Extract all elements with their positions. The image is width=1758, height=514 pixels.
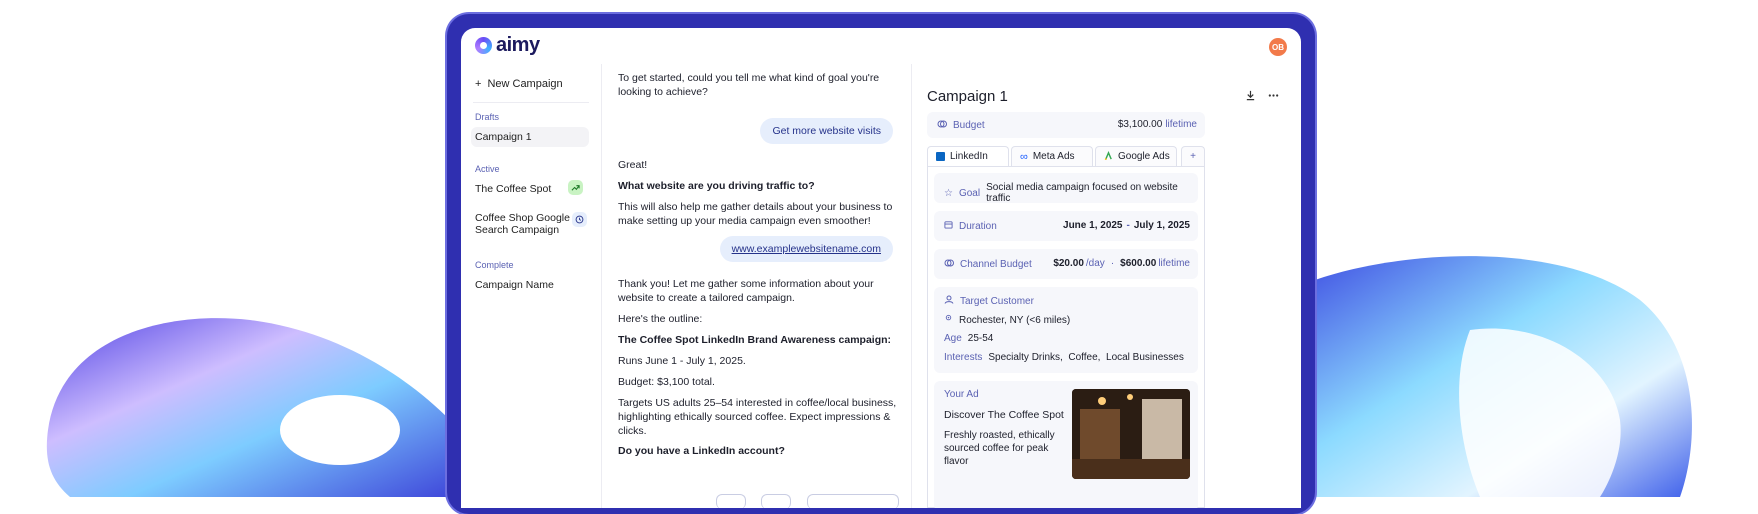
add-channel-tab[interactable]: + [1181,146,1205,166]
ad-body: Freshly roasted, ethically sourced coffe… [944,430,1055,467]
assistant-question: Do you have a LinkedIn account? [618,445,785,457]
sidebar-item-label: Coffee Shop Google Search Campaign [475,212,570,236]
option-button[interactable] [807,494,899,508]
coins-icon [944,258,954,271]
goal-label: Goal [958,187,981,199]
duration-end: July 1, 2025 [1133,220,1190,231]
outline-runs: Runs June 1 - July 1, 2025. [618,355,746,367]
assistant-question: What website are you driving traffic to? [618,180,815,192]
trending-up-icon [568,180,583,195]
sidebar-item-coffee-shop-google[interactable]: Coffee Shop Google Search Campaign [471,208,587,240]
divider [473,102,589,103]
ad-preview-card: Your Ad Discover The Coffee Spot Freshly… [934,381,1198,508]
calendar-icon [944,220,953,232]
ad-label: Your Ad [944,389,979,400]
sidebar-item-label: Campaign Name [475,279,554,291]
logo-text: aimy [496,34,540,56]
download-icon[interactable] [1245,90,1256,104]
duration-label: Duration [959,220,997,232]
channel-tabs: LinkedIn ∞ Meta Ads Google Ads + [927,146,1205,168]
linkedin-tab-content: ☆ Goal Social media campaign focused on … [927,166,1205,508]
option-button[interactable] [716,494,746,508]
panel-actions [1245,90,1279,104]
tab-linkedin[interactable]: LinkedIn [927,146,1009,166]
duration-card: Duration June 1, 2025 - July 1, 2025 [934,211,1198,241]
duration-sep: - [1126,220,1130,231]
budget-card: Budget $3,100.00 lifetime [927,112,1205,138]
assistant-message: This will also help me gather details ab… [618,201,893,227]
sidebar-item-campaign-name[interactable]: Campaign Name [471,275,589,295]
assistant-message: Here's the outline: [618,313,703,325]
tab-label: Google Ads [1118,151,1170,162]
budget-unit: lifetime [1165,119,1197,130]
meta-icon: ∞ [1020,150,1028,163]
user-reply-goal[interactable]: Get more website visits [760,118,893,144]
age-label: Age [944,333,962,344]
panel-title: Campaign 1 [927,88,1008,105]
campaign-outline-title: The Coffee Spot LinkedIn Brand Awareness… [618,334,892,346]
assistant-message: Great! [618,159,648,171]
outline-budget: Budget: $3,100 total. [618,376,715,388]
channel-budget-card: Channel Budget $20.00 /day · $600.00 lif… [934,249,1198,279]
device-frame: aimy OB + New Campaign Drafts Campaign 1… [447,14,1315,514]
tab-label: Meta Ads [1032,151,1075,162]
option-button[interactable] [761,494,791,508]
plus-icon: + [475,78,482,90]
channel-dot: · [1110,258,1115,269]
budget-value: $3,100.00 [1117,119,1163,130]
ad-image [1072,389,1190,479]
group-label-complete: Complete [475,260,514,270]
ad-title: Discover The Coffee Spot [944,409,1064,421]
campaign-panel: Campaign 1 Budget $3,100.00 lifetime Lin… [911,64,1301,508]
target-customer-label: Target Customer [960,295,1034,307]
user-reply-website-link[interactable]: www.examplewebsitename.com [719,236,893,262]
sidebar-item-label: Campaign 1 [475,131,532,143]
channel-budget-label: Channel Budget [960,259,1032,270]
channel-total-value: $600.00 [1120,258,1157,269]
app-screen: aimy OB + New Campaign Drafts Campaign 1… [461,28,1301,508]
more-options-icon[interactable] [1268,90,1279,104]
group-label-drafts: Drafts [475,112,500,122]
sidebar-item-campaign-1[interactable]: Campaign 1 [471,127,589,147]
new-campaign-button[interactable]: + New Campaign [475,78,563,90]
logo[interactable]: aimy [475,34,540,57]
channel-day-unit: /day [1085,258,1105,269]
top-bar: aimy OB [461,28,1301,64]
assistant-message: To get started, could you tell me what k… [618,72,880,98]
outline-targets: Targets US adults 25–54 interested in co… [618,397,897,437]
interests-value: Specialty Drinks, Coffee, Local Business… [988,352,1184,363]
clock-icon [572,212,587,227]
group-label-active: Active [475,164,500,174]
star-icon: ☆ [944,187,953,199]
coins-icon [937,119,947,132]
budget-label: Budget [953,120,985,131]
channel-day-value: $20.00 [1053,258,1084,269]
goal-value: Social media campaign focused on website… [986,182,1178,204]
goal-card: ☆ Goal Social media campaign focused on … [934,173,1198,204]
new-campaign-label: New Campaign [487,78,563,90]
target-customer-card: Target Customer Rochester, NY (<6 miles)… [934,287,1198,373]
linkedin-icon [936,152,945,161]
duration-start: June 1, 2025 [1063,220,1123,231]
location-pin-icon [944,314,953,326]
sidebar: + New Campaign Drafts Campaign 1 Active … [461,64,602,508]
logo-mark-icon [475,37,492,54]
assistant-message: Thank you! Let me gather some informatio… [618,278,874,304]
users-icon [944,295,954,307]
google-ads-icon [1104,150,1113,163]
interests-label: Interests [944,352,983,363]
location-value: Rochester, NY (<6 miles) [959,314,1071,326]
sidebar-item-label: The Coffee Spot [475,183,552,195]
chat-thread: To get started, could you tell me what k… [601,64,912,508]
avatar[interactable]: OB [1269,38,1287,56]
tab-label: LinkedIn [950,151,988,162]
channel-total-unit: lifetime [1158,258,1190,269]
tab-meta-ads[interactable]: ∞ Meta Ads [1011,146,1093,166]
age-value: 25-54 [967,333,994,344]
tab-google-ads[interactable]: Google Ads [1095,146,1177,166]
sidebar-item-the-coffee-spot[interactable]: The Coffee Spot [471,179,589,199]
